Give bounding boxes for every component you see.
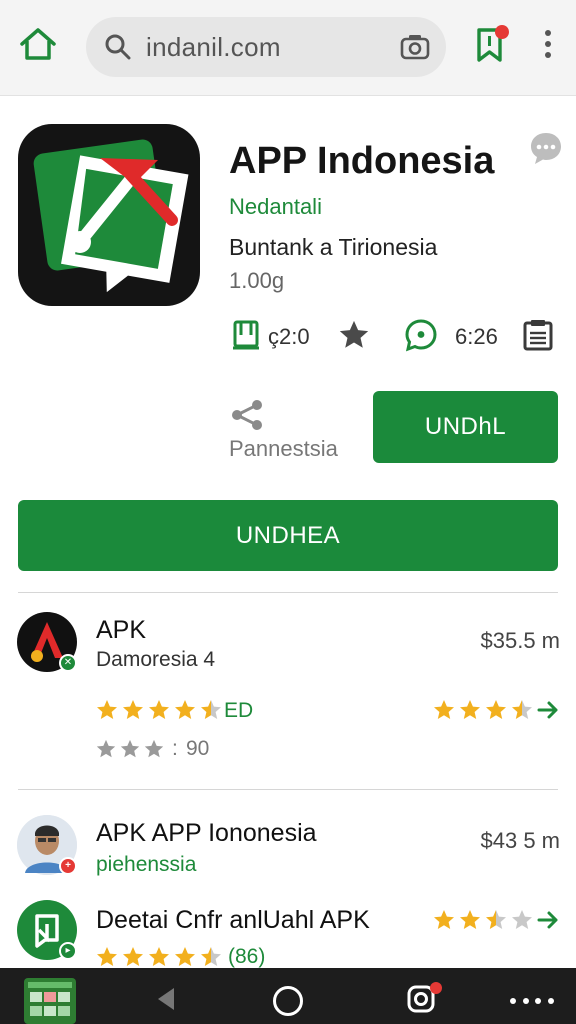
developer-name[interactable]: Nedantali <box>229 194 322 220</box>
star-rating <box>432 698 536 722</box>
star-rating <box>95 945 225 969</box>
document-icon <box>523 320 553 351</box>
home-circle-icon[interactable] <box>273 986 303 1016</box>
download-size-icon <box>233 320 259 350</box>
home-icon[interactable] <box>18 26 58 62</box>
list-item-subtitle: piehenssia <box>96 853 197 876</box>
star-icon <box>175 947 195 966</box>
avatar[interactable]: ▸ <box>17 900 77 960</box>
star-icon <box>149 700 169 719</box>
empty-star-icon <box>512 910 532 929</box>
play-badge-icon: ▸ <box>59 942 77 960</box>
list-item-title[interactable]: Deetai Cnfr anlUahl APK <box>96 906 370 935</box>
star-icon <box>120 739 140 758</box>
camera-icon[interactable] <box>400 33 430 61</box>
star-icon <box>123 700 143 719</box>
system-nav-bar <box>0 968 576 1024</box>
arrow-right-icon[interactable] <box>536 698 560 722</box>
half-star-icon <box>201 947 221 966</box>
size-value: ç2:0 <box>268 324 310 349</box>
section-divider <box>18 592 558 593</box>
star-icon <box>144 739 164 758</box>
half-star-icon <box>512 700 532 719</box>
address-bar[interactable]: indanil.com <box>86 17 446 77</box>
half-star-icon <box>201 700 221 719</box>
share-icon[interactable] <box>229 398 267 432</box>
download-count: 1.00g <box>229 268 285 293</box>
star-icon <box>149 947 169 966</box>
more-horiz-icon[interactable] <box>510 998 554 1004</box>
star-icon <box>97 947 117 966</box>
arrow-right-icon[interactable] <box>536 908 560 932</box>
share-label[interactable]: Pannestsia <box>229 436 338 462</box>
list-item-title[interactable]: APK <box>96 616 146 645</box>
app-category: Buntank a Tirionesia <box>229 234 438 260</box>
star-icon <box>434 910 454 929</box>
chat-bubble-icon[interactable] <box>528 130 564 166</box>
browser-toolbar: indanil.com <box>0 0 576 96</box>
more-vert-icon[interactable] <box>538 28 558 62</box>
star-icon <box>123 947 143 966</box>
star-rating <box>432 908 536 932</box>
app-title: APP Indonesia <box>229 140 495 182</box>
avatar[interactable]: + <box>17 815 77 875</box>
alert-badge-icon: + <box>59 857 77 875</box>
recent-app-thumbnail[interactable] <box>24 978 76 1024</box>
star-icon <box>460 700 480 719</box>
star-icon <box>175 700 195 719</box>
rating-separator: : <box>172 737 178 760</box>
star-rating <box>95 698 225 722</box>
star-icon <box>460 910 480 929</box>
back-icon[interactable] <box>154 986 178 1012</box>
star-icon <box>434 700 454 719</box>
star-icon <box>486 700 506 719</box>
list-item-subtitle: Damoresia 4 <box>96 648 216 671</box>
notification-dot <box>495 25 509 39</box>
download-button[interactable]: UNDHEA <box>18 500 558 571</box>
avatar[interactable]: ✕ <box>17 612 77 672</box>
verified-badge-icon: ✕ <box>59 654 77 672</box>
search-icon <box>105 34 131 60</box>
list-item-price: $35.5 m <box>480 628 561 653</box>
rating-label: ED <box>224 699 254 722</box>
chat-icon <box>405 319 437 352</box>
section-divider <box>18 789 558 790</box>
star-icon <box>97 700 117 719</box>
reviews-value: 6:26 <box>455 324 498 349</box>
star-rating <box>95 737 167 761</box>
star-icon <box>339 320 369 348</box>
url-text: indanil.com <box>146 32 281 62</box>
install-button[interactable]: UNDhL <box>373 391 558 463</box>
list-item-title[interactable]: APK APP Iononesia <box>96 819 317 848</box>
half-star-icon <box>486 910 506 929</box>
notification-dot <box>430 982 442 994</box>
star-icon <box>96 739 116 758</box>
rating-count: (86) <box>228 945 266 968</box>
app-logo <box>18 124 200 306</box>
rating-count: 90 <box>186 737 210 760</box>
list-item-price: $43 5 m <box>480 828 561 853</box>
